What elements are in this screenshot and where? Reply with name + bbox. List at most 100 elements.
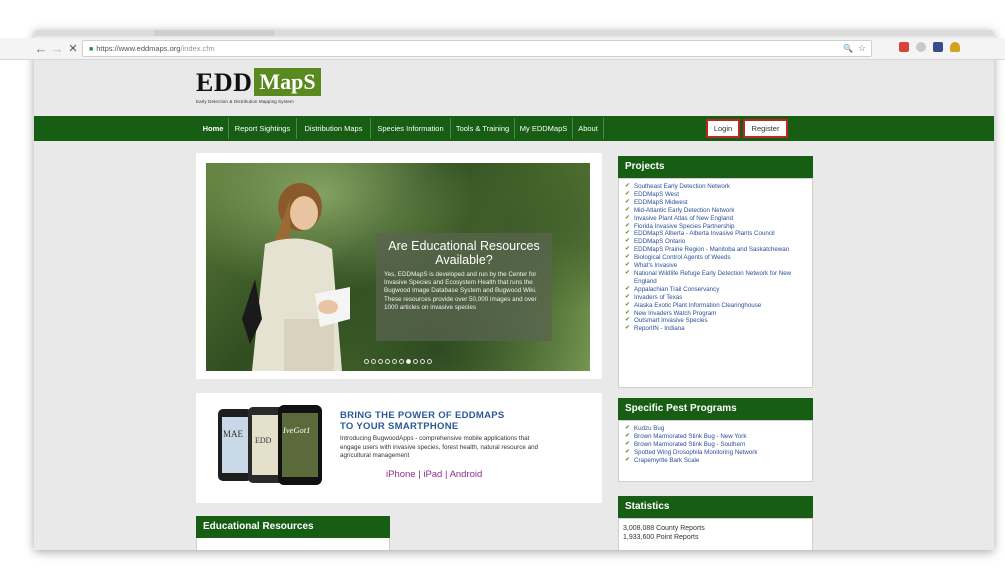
project-item[interactable]: ✔ Biological Control Agents of Weeds [625, 254, 812, 262]
project-item-label: Biological Control Agents of Weeds [634, 254, 731, 262]
slider-dot-active[interactable] [406, 359, 411, 364]
project-item-label: Southeast Early Detection Network [634, 183, 730, 190]
extension-grey-icon[interactable] [916, 42, 926, 52]
stop-reload-icon[interactable]: ✕ [66, 41, 80, 57]
educational-resources-body [196, 538, 390, 550]
statistics-panel: 3,008,088 County Reports 1,933,600 Point… [618, 518, 813, 550]
pest-program-item[interactable]: ✔ Crapemyrtle Bark Scale [625, 457, 812, 465]
extension-gold-icon[interactable] [950, 42, 960, 52]
projects-panel: ✔ Southeast Early Detection Network ✔ EDDMa… [618, 178, 813, 388]
promo-description: Introducing BugwoodApps - comprehensive … [340, 435, 539, 459]
project-item[interactable]: ✔ What's Invasive [625, 262, 812, 270]
login-button[interactable]: Login [706, 119, 740, 138]
logo-maps: MapS [254, 68, 321, 96]
project-item-label: Mid-Atlantic Early Detection Network [634, 206, 735, 214]
pest-program-item-label: Crapemyrtle Bark Scale [634, 456, 700, 464]
platform-links[interactable]: iPhone | iPad | Android [386, 469, 482, 480]
image-slider[interactable]: Are Educational Resources Available? Yes… [206, 163, 590, 371]
smartphone-promo-card: MAE EDD IveGot1 BRING THE POWER OF EDDMA… [196, 393, 602, 503]
project-item-label: Invasive Plant Atlas of New England [634, 214, 734, 222]
pest-programs-panel: ✔ Kudzu Bug ✔ Brown Marmorated Stink Bug - … [618, 420, 813, 482]
pest-programs-list: ✔ Kudzu Bug ✔ Brown Marmorated Stink Bug - … [619, 421, 812, 465]
pest-program-item-label: Spotted Wing Drosophila Monitoring Netwo… [634, 448, 758, 456]
project-item[interactable]: ✔ EDDMapS Ontario [625, 238, 812, 246]
register-button[interactable]: Register [743, 119, 788, 138]
stat-point-reports: 1,933,600 Point Reports [623, 533, 699, 541]
checkmark-icon: ✔ [625, 285, 631, 292]
project-item-label: National Wildlife Refuge Early Detection… [634, 269, 792, 285]
nav-home[interactable]: Home [198, 118, 228, 139]
project-item[interactable]: ✔ Invaders of Texas [625, 294, 812, 302]
slider-body: Yes, EDDMapS is developed and run by the… [384, 271, 537, 311]
pest-programs-header: Specific Pest Programs [618, 398, 813, 420]
slider-dot[interactable] [392, 359, 397, 364]
zoom-icon[interactable]: 🔍 [843, 41, 853, 56]
woman-with-clipboard-image [242, 183, 350, 371]
project-item[interactable]: ✔ ReportIN - Indiana [625, 325, 812, 333]
project-item-label: EDDMapS Ontario [634, 238, 686, 246]
project-item[interactable]: ✔ EDDMapS Alberta - Alberta Invasive Plan… [625, 230, 812, 238]
slider-dot[interactable] [427, 359, 432, 364]
checkmark-icon: ✔ [625, 214, 631, 221]
slider-dot[interactable] [385, 359, 390, 364]
project-item-label: Florida Invasive Species Partnership [634, 222, 735, 230]
project-item-label: EDDMapS Prairie Region - Manitoba and Sa… [634, 246, 790, 254]
site-logo[interactable]: EDD MapS Early Detection & Distribution M… [196, 68, 321, 104]
nav-tools-training[interactable]: Tools & Training [450, 118, 514, 139]
nav-distribution-maps[interactable]: Distribution Maps [296, 118, 370, 139]
nav-species-information[interactable]: Species Information [370, 118, 450, 139]
project-item-label: Invaders of Texas [634, 293, 683, 301]
active-tab[interactable] [154, 30, 274, 36]
extension-blue-icon[interactable] [933, 42, 943, 52]
checkmark-icon: ✔ [625, 301, 631, 308]
checkmark-icon: ✔ [625, 432, 631, 439]
project-item[interactable]: ✔ EDDMapS Prairie Region - Manitoba and S… [625, 246, 812, 254]
checkmark-icon: ✔ [625, 198, 631, 205]
project-item[interactable]: ✔ Invasive Plant Atlas of New England [625, 215, 812, 223]
checkmark-icon: ✔ [625, 309, 631, 316]
checkmark-icon: ✔ [625, 246, 631, 253]
checkmark-icon: ✔ [625, 325, 631, 332]
smartphone-apps-image: MAE EDD IveGot1 [218, 405, 322, 485]
pest-program-item[interactable]: ✔ Brown Marmorated Stink Bug - New York [625, 433, 812, 441]
secure-lock-icon: ■ [89, 46, 94, 53]
project-item[interactable]: ✔ New Invaders Watch Program [625, 310, 812, 318]
pest-program-item-label: Brown Marmorated Stink Bug - New York [634, 432, 747, 440]
pest-program-item[interactable]: ✔ Brown Marmorated Stink Bug - Southern [625, 441, 812, 449]
project-item[interactable]: ✔ Outsmart Invasive Species [625, 317, 812, 325]
tab-strip [34, 30, 994, 36]
project-item[interactable]: ✔ Appalachian Trail Conservancy [625, 286, 812, 294]
nav-report-sightings[interactable]: Report Sightings [228, 118, 296, 139]
pest-program-item-label: Kudzu Bug [634, 425, 665, 432]
project-item[interactable]: ✔ EDDMapS West [625, 191, 812, 199]
checkmark-icon: ✔ [625, 448, 631, 455]
project-item[interactable]: ✔ Florida Invasive Species Partnership [625, 223, 812, 231]
pest-program-item-label: Brown Marmorated Stink Bug - Southern [634, 440, 746, 448]
project-item[interactable]: ✔ National Wildlife Refuge Early Detectio… [625, 270, 812, 286]
pest-program-item[interactable]: ✔ Kudzu Bug [625, 425, 812, 433]
main-navigation: Home Report Sightings Distribution Maps … [34, 116, 994, 141]
project-item[interactable]: ✔ Southeast Early Detection Network [625, 183, 812, 191]
project-item[interactable]: ✔ Alaska Exotic Plant Information Clearin… [625, 302, 812, 310]
project-item-label: Outsmart Invasive Species [634, 317, 708, 325]
slider-dot[interactable] [413, 359, 418, 364]
slider-dot[interactable] [371, 359, 376, 364]
extension-red-icon[interactable] [899, 42, 909, 52]
bookmark-star-icon[interactable]: ☆ [858, 41, 866, 56]
url-field[interactable]: ■ https://www.eddmaps.org/index.cfm 🔍 ☆ [82, 40, 872, 57]
project-item[interactable]: ✔ EDDMapS Midwest [625, 199, 812, 207]
forward-arrow-icon[interactable]: → [50, 41, 64, 57]
slider-dot[interactable] [399, 359, 404, 364]
nav-my-eddmaps[interactable]: My EDDMapS [514, 118, 572, 139]
slider-dot[interactable] [364, 359, 369, 364]
projects-list: ✔ Southeast Early Detection Network ✔ EDDMa… [619, 179, 812, 333]
project-item-label: New Invaders Watch Program [634, 309, 717, 317]
slider-dot[interactable] [378, 359, 383, 364]
logo-tagline: Early Detection & Distribution Mapping S… [196, 99, 294, 104]
pest-program-item[interactable]: ✔ Spotted Wing Drosophila Monitoring Netw… [625, 449, 812, 457]
stat-county-reports: 3,008,088 County Reports [623, 525, 705, 532]
project-item[interactable]: ✔ Mid-Atlantic Early Detection Network [625, 207, 812, 215]
back-arrow-icon[interactable]: ← [34, 41, 48, 57]
nav-about[interactable]: About [572, 118, 604, 139]
slider-dot[interactable] [420, 359, 425, 364]
